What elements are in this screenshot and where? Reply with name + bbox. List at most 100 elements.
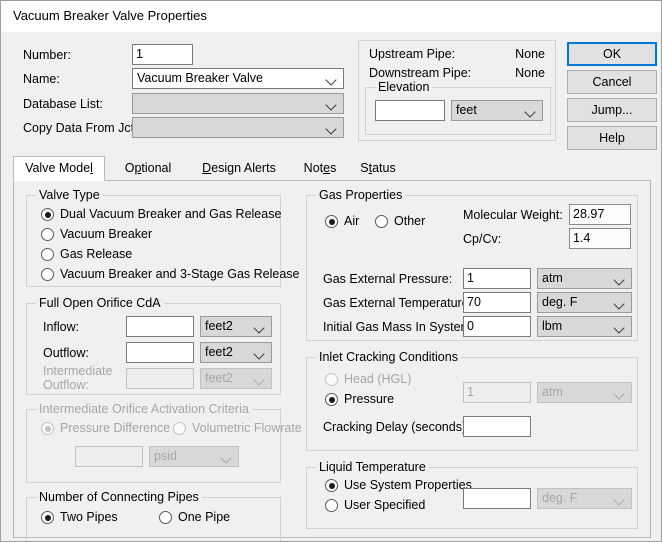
chevron-down-icon (252, 369, 268, 388)
radio-dot-icon (325, 373, 338, 386)
outflow-unit-combobox[interactable]: feet2 (200, 342, 272, 363)
inflow-unit-combobox[interactable]: feet2 (200, 316, 272, 337)
gas-external-temperature-unit-value: deg. F (542, 295, 578, 309)
radio-label: One Pipe (178, 510, 231, 524)
tab-notes[interactable]: Notes (291, 158, 349, 180)
radio-label: User Specified (344, 498, 426, 512)
radio-dot-icon (325, 479, 338, 492)
tab-valve-model-label: Valve Model (25, 161, 93, 175)
window-title: Vacuum Breaker Valve Properties (13, 8, 207, 23)
chevron-down-icon[interactable] (324, 118, 340, 137)
outflow-unit-value: feet2 (205, 345, 233, 359)
molecular-weight-input[interactable]: 28.97 (569, 204, 631, 225)
cracking-unit-value: atm (542, 385, 563, 399)
ok-button[interactable]: OK (567, 42, 657, 66)
elevation-group-title: Elevation (375, 80, 433, 94)
gas-external-pressure-input[interactable]: 1 (463, 268, 531, 289)
activation-unit-value: psid (154, 449, 177, 463)
radio-dot-icon (159, 511, 172, 524)
chevron-down-icon[interactable] (324, 69, 340, 88)
help-button[interactable]: Help (567, 126, 657, 150)
tab-valve-model[interactable]: Valve Model (13, 156, 105, 181)
elevation-input[interactable] (375, 100, 445, 121)
outflow-input[interactable] (126, 342, 194, 363)
chevron-down-icon[interactable] (523, 101, 539, 120)
valve-type-group: Valve Type Dual Vacuum Breaker and Gas R… (26, 188, 299, 287)
name-label: Name: (23, 72, 60, 86)
radio-label: Dual Vacuum Breaker and Gas Release (60, 207, 282, 221)
radio-dot-icon (41, 208, 54, 221)
database-list-combobox[interactable] (132, 93, 344, 114)
activation-group-title: Intermediate Orifice Activation Criteria (36, 402, 252, 416)
radio-dot-icon (41, 228, 54, 241)
tab-design-alerts[interactable]: Design Alerts (187, 158, 291, 180)
orifice-group-title: Full Open Orifice CdA (36, 296, 164, 310)
activation-unit-combobox: psid (149, 446, 239, 467)
tab-notes-label: Notes (303, 161, 337, 175)
tab-optional-label: Optional (124, 161, 172, 175)
valve-type-group-title: Valve Type (36, 188, 103, 202)
intermediate-orifice-activation-criteria-group: Intermediate Orifice Activation Criteria… (26, 402, 302, 483)
initial-gas-mass-unit-combobox[interactable]: lbm (537, 316, 632, 337)
database-list-label: Database List: (23, 97, 103, 111)
activation-value-input (75, 446, 143, 467)
intermediate-outflow-label-line1: Intermediate (43, 364, 113, 378)
chevron-down-icon[interactable] (612, 293, 628, 312)
inflow-unit-value: feet2 (205, 319, 233, 333)
liquid-temperature-input[interactable] (463, 488, 531, 509)
inlet-cracking-conditions-group: Inlet Cracking Conditions Head (HGL) Pre… (306, 350, 638, 451)
radio-label: Air (344, 214, 360, 228)
radio-label: Use System Properties (344, 478, 472, 492)
upstream-pipe-label: Upstream Pipe: (369, 47, 456, 61)
connecting-pipes-group-title: Number of Connecting Pipes (36, 490, 202, 504)
chevron-down-icon[interactable] (252, 343, 268, 362)
chevron-down-icon[interactable] (252, 317, 268, 336)
chevron-down-icon[interactable] (612, 269, 628, 288)
radio-label: Two Pipes (60, 510, 118, 524)
downstream-pipe-value: None (515, 66, 545, 80)
radio-dot-icon (41, 511, 54, 524)
inflow-label: Inflow: (43, 320, 80, 334)
cracking-delay-input[interactable] (463, 416, 531, 437)
number-of-connecting-pipes-group: Number of Connecting Pipes Two Pipes One… (26, 490, 281, 541)
copy-data-combobox[interactable] (132, 117, 344, 138)
name-combobox[interactable]: Vacuum Breaker Valve (132, 68, 344, 89)
radio-dot-icon (375, 215, 388, 228)
elevation-unit-combobox[interactable]: feet (451, 100, 543, 121)
copy-data-label: Copy Data From Jct... (23, 121, 145, 135)
liquid-temperature-unit-value: deg. F (542, 491, 578, 505)
gas-external-pressure-unit-combobox[interactable]: atm (537, 268, 632, 289)
vacuum-breaker-valve-properties-dialog: Vacuum Breaker Valve Properties Number: … (0, 0, 662, 542)
initial-gas-mass-input[interactable]: 0 (463, 316, 531, 337)
gas-external-temperature-input[interactable]: 70 (463, 292, 531, 313)
cancel-button[interactable]: Cancel (567, 70, 657, 94)
gas-external-temperature-unit-combobox[interactable]: deg. F (537, 292, 632, 313)
number-label: Number: (23, 48, 71, 62)
cp-cv-input[interactable]: 1.4 (569, 228, 631, 249)
tab-panel-valve-model: Valve Type Dual Vacuum Breaker and Gas R… (13, 180, 651, 541)
chevron-down-icon[interactable] (324, 94, 340, 113)
number-input[interactable]: 1 (132, 44, 193, 65)
inflow-input[interactable] (126, 316, 194, 337)
initial-gas-mass-label: Initial Gas Mass In System: (323, 320, 475, 334)
outflow-label: Outflow: (43, 346, 89, 360)
radio-dot-icon (173, 422, 186, 435)
jump-button[interactable]: Jump... (567, 98, 657, 122)
gas-external-temperature-label: Gas External Temperature: (323, 296, 473, 310)
cracking-value-input: 1 (463, 382, 531, 403)
gas-external-pressure-unit-value: atm (542, 271, 563, 285)
chevron-down-icon[interactable] (612, 317, 628, 336)
radio-label: Head (HGL) (344, 372, 412, 386)
pipe-info-panel: Upstream Pipe: None Downstream Pipe: Non… (358, 40, 556, 141)
radio-dot-icon (41, 248, 54, 261)
tab-status[interactable]: Status (349, 158, 407, 180)
chevron-down-icon (219, 447, 235, 466)
tab-optional[interactable]: Optional (109, 158, 187, 180)
molecular-weight-label: Molecular Weight: (463, 208, 563, 222)
radio-dot-icon (41, 422, 54, 435)
cp-cv-label: Cp/Cv: (463, 232, 502, 246)
chevron-down-icon (612, 383, 628, 402)
radio-label: Gas Release (60, 247, 133, 261)
radio-dot-icon (325, 393, 338, 406)
downstream-pipe-label: Downstream Pipe: (369, 66, 472, 80)
